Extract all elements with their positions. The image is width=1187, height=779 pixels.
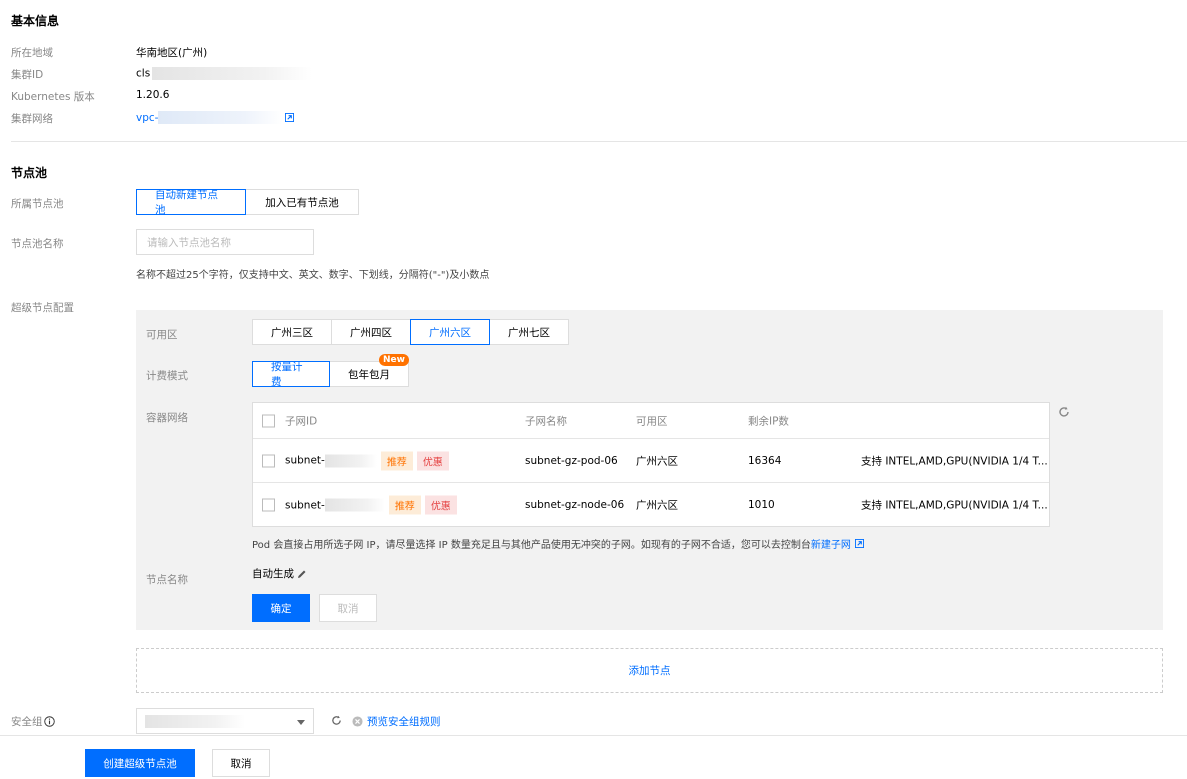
info-icon[interactable] [43,716,55,727]
cluster-network-link[interactable]: vpc- [136,111,295,124]
security-group-label: 安全组 [11,716,43,728]
k8s-version-label: Kubernetes 版本 [11,91,95,103]
config-cancel-button[interactable]: 取消 [319,594,377,622]
support-cell: 支持 INTEL,AMD,GPU(NVIDIA 1/4 T... [861,455,1048,467]
region-label: 所在地域 [11,47,53,59]
auto-create-nodepool-option[interactable]: 自动新建节点池 [136,189,246,216]
discount-tag: 优惠 [424,495,457,515]
subnet-id-cell: subnet- 推荐 优惠 [285,495,457,515]
recommend-tag: 推荐 [388,495,421,515]
node-name-value: 自动生成 [252,566,307,581]
refresh-icon[interactable] [1058,406,1070,418]
cluster-id-redacted [152,67,313,80]
table-row[interactable]: subnet- 推荐 优惠 subnet-gz-pod-06 广州六区 1636… [253,439,1049,483]
zone-option-gz6[interactable]: 广州六区 [410,319,490,345]
section-divider [11,141,1187,142]
subnet-id-cell: subnet- 推荐 优惠 [285,451,449,470]
subnet-id-prefix: subnet- [285,454,325,467]
row-checkbox[interactable] [262,498,275,512]
zone-label: 可用区 [146,329,178,341]
table-row[interactable]: subnet- 推荐 优惠 subnet-gz-node-06 广州六区 101… [253,483,1049,527]
remaining-ip-cell: 16364 [748,454,782,467]
pod-hint-text: Pod 会直接占用所选子网 IP，请尽量选择 IP 数量充足且与其他产品使用无冲… [252,540,811,551]
refresh-icon[interactable] [331,715,342,726]
zone-option-gz4[interactable]: 广州四区 [331,319,411,345]
subnet-table: 子网ID 子网名称 可用区 剩余IP数 subnet- 推荐 优惠 subnet… [252,402,1050,527]
super-node-config-label: 超级节点配置 [11,302,74,314]
billing-label: 计费模式 [146,370,188,382]
header-remaining-ip: 剩余IP数 [748,415,789,427]
security-group-label-wrap: 安全组 [11,714,55,729]
new-badge: New [379,354,409,366]
cluster-network-label: 集群网络 [11,113,53,125]
nodepool-name-hint: 名称不超过25个字符，仅支持中文、英文、数字、下划线，分隔符("-")及小数点 [136,270,490,281]
cluster-network-prefix: vpc- [136,111,159,124]
cluster-id-value: cls [136,67,313,80]
nodepool-title: 节点池 [11,166,48,180]
subnet-id-prefix: subnet- [285,499,325,511]
confirm-button[interactable]: 确定 [252,594,310,622]
belong-nodepool-label: 所属节点池 [11,198,64,210]
caret-down-icon [297,720,305,725]
header-subnet-id: 子网ID [285,415,318,427]
subnet-id-redacted [324,498,385,512]
security-group-redacted [145,714,245,728]
external-link-icon [854,539,864,548]
join-existing-nodepool-option[interactable]: 加入已有节点池 [245,189,359,215]
create-super-nodepool-button[interactable]: 创建超级节点池 [85,749,195,777]
preview-security-rules-link[interactable]: 预览安全组规则 [367,714,441,729]
table-header: 子网ID 子网名称 可用区 剩余IP数 [253,403,1049,439]
subnet-name-cell: subnet-gz-pod-06 [525,454,618,467]
footer-cancel-button[interactable]: 取消 [212,749,270,777]
select-all-checkbox[interactable] [262,414,275,427]
add-node-button[interactable]: 添加节点 [136,648,1163,693]
edit-icon[interactable] [297,569,307,579]
node-name-text: 自动生成 [252,568,294,580]
cluster-id-prefix: cls [136,67,151,80]
remaining-ip-cell: 1010 [748,499,775,511]
belong-nodepool-segment: 自动新建节点池 加入已有节点池 [136,189,359,216]
clear-icon[interactable] [352,716,363,727]
region-value: 华南地区(广州) [136,47,208,59]
zone-option-gz7[interactable]: 广州七区 [489,319,569,345]
basic-info-title: 基本信息 [11,14,60,28]
subnet-id-redacted [324,454,377,467]
nodepool-name-label: 节点池名称 [11,238,64,250]
support-cell: 支持 INTEL,AMD,GPU(NVIDIA 1/4 T... [861,499,1048,512]
header-subnet-name: 子网名称 [525,415,567,427]
nodepool-name-input[interactable]: 请输入节点池名称 [136,229,314,255]
recommend-tag: 推荐 [380,451,413,470]
container-network-label: 容器网络 [146,412,188,424]
node-name-label: 节点名称 [146,574,188,586]
zone-option-gz3[interactable]: 广州三区 [252,319,332,345]
security-group-select[interactable] [136,708,314,734]
row-checkbox[interactable] [262,454,275,467]
pod-subnet-hint: Pod 会直接占用所选子网 IP，请尽量选择 IP 数量充足且与其他产品使用无冲… [252,536,864,551]
cluster-network-redacted [158,111,283,124]
preview-security-rules[interactable]: 预览安全组规则 [352,714,441,729]
zone-cell: 广州六区 [636,455,678,467]
zone-segment: 广州三区 广州四区 广州六区 广州七区 [252,319,569,345]
zone-cell: 广州六区 [636,499,678,512]
discount-tag: 优惠 [416,451,449,470]
billing-option-postpaid[interactable]: 按量计费 [252,361,330,388]
header-zone: 可用区 [636,415,668,427]
k8s-version-value: 1.20.6 [136,89,170,101]
external-link-icon [285,113,295,122]
new-subnet-link[interactable]: 新建子网 [811,536,851,551]
cluster-id-label: 集群ID [11,69,44,81]
subnet-name-cell: subnet-gz-node-06 [525,499,625,511]
